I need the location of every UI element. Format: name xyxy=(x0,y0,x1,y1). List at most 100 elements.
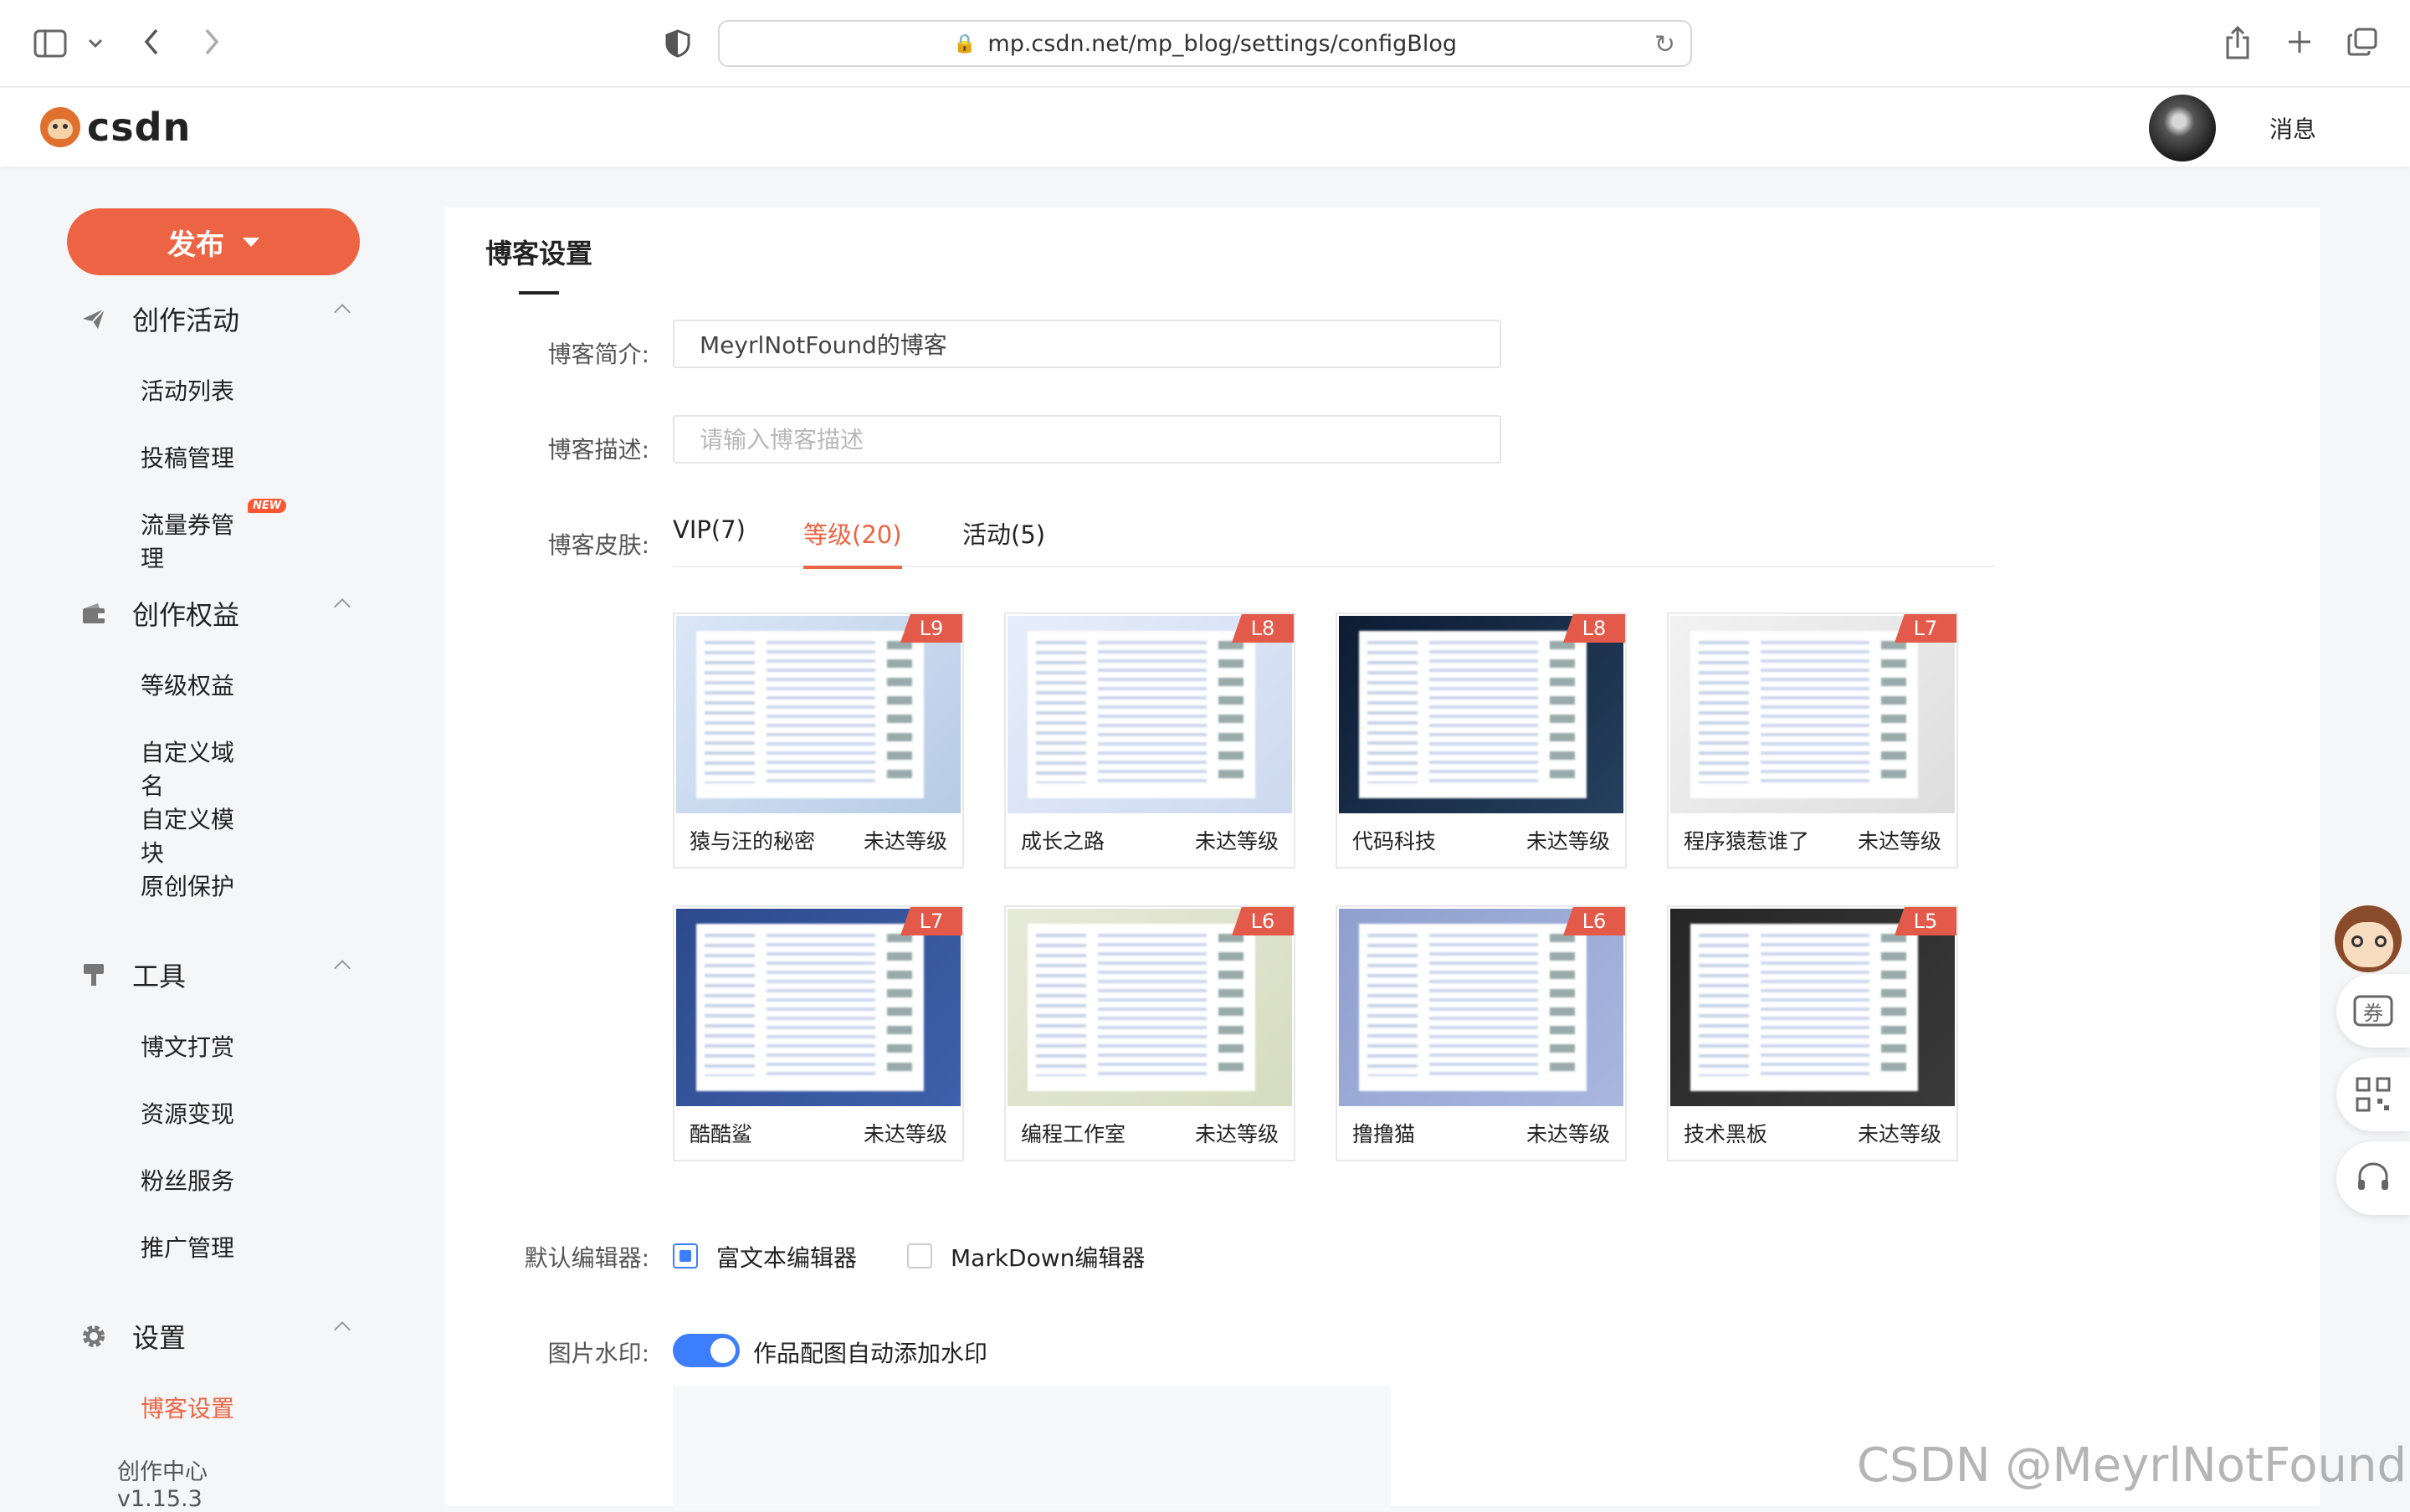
skin-status: 未达等级 xyxy=(1525,1122,1610,1146)
markdown-editor-label[interactable]: MarkDown编辑器 xyxy=(951,1240,1145,1274)
sidebar-item-activity-list[interactable]: 活动列表 xyxy=(141,373,234,407)
skin-status: 未达等级 xyxy=(863,1122,947,1146)
sidebar-item-fans[interactable]: 粉丝服务 xyxy=(141,1163,234,1197)
skin-card[interactable]: L6 编程工作室 未达等级 xyxy=(1004,905,1295,1161)
skin-label: 博客皮肤: xyxy=(547,531,649,559)
sidebar-toggle-icon[interactable] xyxy=(30,25,70,62)
tab-activity[interactable]: 活动(5) xyxy=(962,515,1045,567)
skin-card[interactable]: L6 撸撸猫 未达等级 xyxy=(1336,905,1627,1161)
chevron-up-icon[interactable] xyxy=(334,1321,351,1338)
back-icon[interactable] xyxy=(137,25,166,59)
chevron-up-icon[interactable] xyxy=(334,960,351,976)
description-label: 博客描述: xyxy=(547,436,649,464)
sidebar-item-custom-domain[interactable]: 自定义域名 xyxy=(141,735,234,802)
chevron-up-icon[interactable] xyxy=(334,598,351,615)
skin-card[interactable]: L9 猿与汪的秘密 未达等级 xyxy=(673,612,964,869)
paper-plane-icon xyxy=(80,305,107,332)
tab-level[interactable]: 等级(20) xyxy=(803,515,902,569)
skin-status: 未达等级 xyxy=(1857,829,1941,853)
caret-down-icon xyxy=(243,237,259,247)
sidebar-item-blog-settings[interactable]: 博客设置 xyxy=(141,1391,234,1424)
blog-description-input[interactable] xyxy=(673,415,1501,464)
blog-intro-input[interactable] xyxy=(673,320,1501,368)
skin-name: 撸撸猫 xyxy=(1352,1122,1416,1146)
sidebar-item-original-protection[interactable]: 原创保护 xyxy=(141,869,234,902)
skin-name: 代码科技 xyxy=(1352,829,1437,853)
skin-thumbnail xyxy=(1670,616,1955,813)
version-label: 创作中心 v1.15.3 xyxy=(117,1459,208,1512)
skin-card[interactable]: L7 酷酷鲨 未达等级 xyxy=(673,905,964,1161)
sidebar-item-level-benefits[interactable]: 等级权益 xyxy=(141,668,234,701)
level-badge: L7 xyxy=(900,907,962,935)
level-badge: L6 xyxy=(1232,907,1294,935)
richtext-editor-checkbox[interactable] xyxy=(673,1243,698,1269)
messages-link[interactable]: 消息 xyxy=(2269,111,2316,145)
skin-thumbnail xyxy=(1008,909,1292,1106)
skin-name: 技术黑板 xyxy=(1684,1122,1768,1146)
wallet-icon xyxy=(80,600,107,627)
sidebar-item-resource[interactable]: 资源变现 xyxy=(141,1096,234,1130)
sidebar-section-title: 设置 xyxy=(132,1322,187,1354)
skin-status: 未达等级 xyxy=(863,829,947,853)
gear-icon xyxy=(80,1323,107,1350)
browser-toolbar: 🔒 mp.csdn.net/mp_blog/settings/configBlo… xyxy=(0,0,2410,87)
sidebar-item-promotion[interactable]: 推广管理 xyxy=(141,1230,234,1263)
skin-status: 未达等级 xyxy=(1525,829,1610,853)
title-underline xyxy=(519,291,559,295)
skin-thumbnail xyxy=(676,616,961,813)
sidebar-section-title: 创作权益 xyxy=(132,599,240,631)
watermark-toggle[interactable] xyxy=(673,1334,740,1367)
skin-status: 未达等级 xyxy=(1857,1122,1941,1146)
chevron-up-icon[interactable] xyxy=(334,304,351,320)
sidebar: 发布 创作活动 活动列表 投稿管理 流量券管理 NEW 创作权益 等级权益 自定… xyxy=(0,167,360,1512)
url-text: mp.csdn.net/mp_blog/settings/configBlog xyxy=(987,30,1457,57)
tab-vip[interactable]: VIP(7) xyxy=(673,515,746,567)
csdn-logo[interactable]: csdn xyxy=(40,105,191,150)
site-header: csdn 消息 xyxy=(0,88,2410,167)
skin-thumbnail xyxy=(1008,616,1292,813)
new-badge: NEW xyxy=(248,499,287,513)
intro-label: 博客简介: xyxy=(547,341,649,368)
reload-icon[interactable]: ↻ xyxy=(1654,30,1675,59)
markdown-editor-checkbox[interactable] xyxy=(907,1243,932,1269)
sidebar-item-custom-module[interactable]: 自定义模块 xyxy=(141,802,234,869)
skin-card[interactable]: L5 技术黑板 未达等级 xyxy=(1667,905,1958,1161)
skin-status: 未达等级 xyxy=(1194,1122,1279,1146)
sidebar-section-tools[interactable]: 工具 xyxy=(80,954,356,996)
page-watermark: CSDN @MeyrlNotFound xyxy=(1856,1438,2407,1493)
skin-name: 猿与汪的秘密 xyxy=(690,829,816,853)
mascot-icon[interactable] xyxy=(2323,897,2410,984)
richtext-editor-label[interactable]: 富文本编辑器 xyxy=(716,1240,857,1274)
level-badge: L6 xyxy=(1563,907,1625,935)
tab-overview-icon[interactable] xyxy=(2345,25,2380,59)
sidebar-section-benefits[interactable]: 创作权益 xyxy=(80,592,356,634)
sidebar-item-reward[interactable]: 博文打赏 xyxy=(141,1029,234,1063)
level-badge: L8 xyxy=(1563,614,1625,643)
forward-icon[interactable] xyxy=(197,25,226,59)
skin-thumbnail xyxy=(1339,616,1623,813)
publish-button[interactable]: 发布 xyxy=(67,208,360,275)
shield-icon[interactable] xyxy=(661,27,695,60)
address-bar[interactable]: 🔒 mp.csdn.net/mp_blog/settings/configBlo… xyxy=(718,20,1692,67)
settings-panel: 博客设置 博客简介: 博客描述: 博客皮肤: VIP(7) 等级(20) 活动(… xyxy=(445,208,2320,1511)
skin-card[interactable]: L8 代码科技 未达等级 xyxy=(1336,612,1627,869)
skin-card[interactable]: L7 程序猿惹谁了 未达等级 xyxy=(1667,612,1958,869)
new-tab-icon[interactable] xyxy=(2283,25,2316,59)
qrcode-icon[interactable] xyxy=(2336,1058,2410,1131)
coupon-icon[interactable]: 券 xyxy=(2336,974,2410,1048)
tools-icon xyxy=(80,961,107,988)
watermark-toggle-label: 作品配图自动添加水印 xyxy=(753,1340,988,1367)
editor-label: 默认编辑器: xyxy=(524,1244,649,1272)
share-icon[interactable] xyxy=(2221,23,2254,62)
avatar[interactable] xyxy=(2149,95,2216,161)
skin-thumbnail xyxy=(1339,909,1623,1106)
skin-card[interactable]: L8 成长之路 未达等级 xyxy=(1004,612,1295,869)
chevron-down-icon[interactable] xyxy=(84,30,107,57)
level-badge: L7 xyxy=(1895,614,1956,643)
sidebar-item-coupon[interactable]: 流量券管理 NEW xyxy=(141,499,287,574)
sidebar-item-submission[interactable]: 投稿管理 xyxy=(141,440,234,474)
headset-icon[interactable] xyxy=(2336,1141,2410,1215)
skin-thumbnail xyxy=(1670,909,1955,1106)
sidebar-section-activities[interactable]: 创作活动 xyxy=(80,298,356,340)
sidebar-section-settings[interactable]: 设置 xyxy=(80,1315,356,1357)
